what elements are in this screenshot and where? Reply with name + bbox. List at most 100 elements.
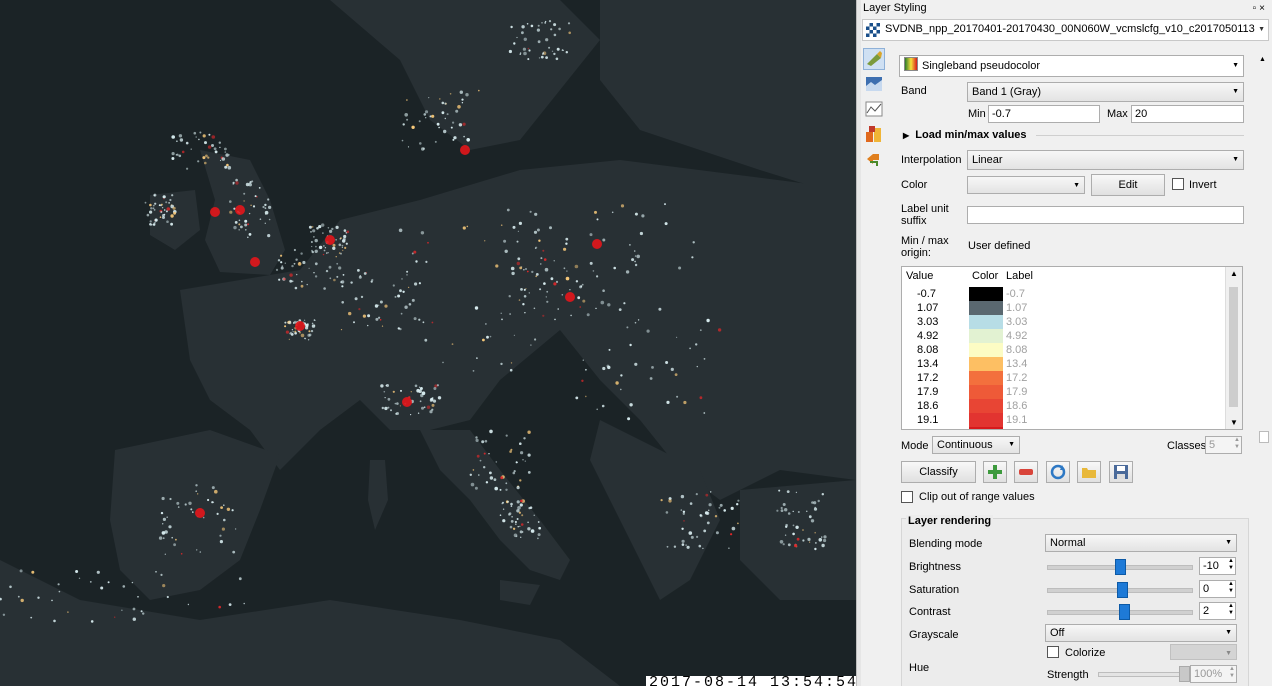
- colorize-color-button[interactable]: ▼: [1170, 644, 1237, 660]
- label-unit-suffix-input[interactable]: [967, 206, 1244, 224]
- table-row[interactable]: 19.1 19.1: [902, 413, 1226, 427]
- history-tab-icon[interactable]: [863, 148, 885, 170]
- row-color-swatch[interactable]: [969, 287, 1003, 301]
- strength-slider[interactable]: [1098, 666, 1190, 682]
- table-row[interactable]: 13.4 13.4: [902, 357, 1226, 371]
- spin-arrows-icon[interactable]: ▲ ▼: [1229, 666, 1235, 680]
- panel-window-buttons[interactable]: ▫×: [1253, 0, 1268, 17]
- strength-slider-handle[interactable]: [1179, 666, 1190, 682]
- city-light: [529, 210, 532, 213]
- row-color-swatch[interactable]: [969, 343, 1003, 357]
- saturation-slider-handle[interactable]: [1117, 582, 1128, 598]
- row-color-swatch[interactable]: [969, 301, 1003, 315]
- row-color-swatch[interactable]: [969, 371, 1003, 385]
- export-colormap-button[interactable]: [1109, 461, 1133, 483]
- clip-out-of-range-label: Clip out of range values: [919, 491, 1035, 503]
- map-canvas[interactable]: 2017-08-14 13:54:54: [0, 0, 856, 686]
- add-value-button[interactable]: [983, 461, 1007, 483]
- contrast-spinbox[interactable]: 2 ▲ ▼: [1199, 602, 1236, 620]
- layer-select[interactable]: SVDNB_npp_20170401-20170430_00N060W_vcms…: [862, 19, 1269, 41]
- city-light: [121, 609, 123, 611]
- row-color-swatch[interactable]: [969, 427, 1003, 429]
- city-light: [437, 396, 442, 400]
- close-icon[interactable]: ×: [1259, 3, 1268, 14]
- saturation-slider[interactable]: [1047, 582, 1193, 598]
- mode-select[interactable]: Continuous ▼: [932, 436, 1020, 454]
- table-scrollbar[interactable]: ▲ ▼: [1225, 267, 1242, 429]
- spin-arrows-icon[interactable]: ▲ ▼: [1234, 437, 1240, 451]
- table-row[interactable]: 2020: [902, 427, 1226, 429]
- brightness-slider-handle[interactable]: [1115, 559, 1126, 575]
- spin-arrows-icon[interactable]: ▲ ▼: [1228, 603, 1234, 617]
- table-row[interactable]: 17.9 17.9: [902, 385, 1226, 399]
- city-light: [528, 49, 531, 52]
- min-input[interactable]: -0.7: [988, 105, 1100, 123]
- classify-button[interactable]: Classify: [901, 461, 976, 483]
- color-table[interactable]: Value Color Label -0.7 -0.7 1.07 1.07 3.03 3.…: [901, 266, 1243, 430]
- table-row[interactable]: -0.7 -0.7: [902, 287, 1226, 301]
- city-light: [394, 295, 397, 298]
- city-light: [245, 182, 250, 187]
- city-light: [75, 570, 79, 573]
- band-select[interactable]: Band 1 (Gray) ▼: [967, 82, 1244, 102]
- strength-spinbox[interactable]: 100% ▲ ▼: [1190, 665, 1237, 683]
- style-manager-tab-icon[interactable]: [863, 123, 885, 145]
- spin-arrows-icon[interactable]: ▲ ▼: [1228, 581, 1234, 595]
- contrast-slider-handle[interactable]: [1119, 604, 1130, 620]
- scroll-thumb[interactable]: [1229, 287, 1238, 407]
- city-light: [510, 266, 515, 271]
- max-input[interactable]: 20: [1131, 105, 1244, 123]
- invert-checkbox[interactable]: [1172, 178, 1184, 190]
- spin-arrows-icon[interactable]: ▲ ▼: [1228, 558, 1234, 572]
- table-row[interactable]: 3.03 3.03: [902, 315, 1226, 329]
- city-light: [233, 225, 237, 230]
- row-color-swatch[interactable]: [969, 399, 1003, 413]
- contrast-slider[interactable]: [1047, 604, 1193, 620]
- load-minmax-toggle[interactable]: ▶ Load min/max values: [903, 129, 1027, 141]
- saturation-spinbox[interactable]: 0 ▲ ▼: [1199, 580, 1236, 598]
- scroll-down-icon[interactable]: ▼: [1230, 418, 1238, 427]
- city-light: [362, 314, 366, 318]
- city-light: [180, 553, 183, 555]
- clip-out-of-range-checkbox[interactable]: [901, 491, 913, 503]
- row-color-swatch[interactable]: [969, 413, 1003, 427]
- scroll-up-icon[interactable]: ▲: [1259, 56, 1266, 63]
- remove-value-button[interactable]: [1014, 461, 1038, 483]
- city-light: [530, 24, 534, 28]
- brightness-spinbox[interactable]: -10 ▲ ▼: [1199, 557, 1236, 575]
- grayscale-select[interactable]: Off ▼: [1045, 624, 1237, 642]
- panel-scroll-thumb[interactable]: [1259, 431, 1269, 443]
- brightness-slider[interactable]: [1047, 559, 1193, 575]
- transparency-tab-icon[interactable]: [863, 73, 885, 95]
- colorize-checkbox[interactable]: [1047, 646, 1059, 658]
- load-colormap-button[interactable]: [1077, 461, 1101, 483]
- city-light: [30, 616, 33, 619]
- renderer-select[interactable]: Singleband pseudocolor ▼: [899, 55, 1244, 77]
- panel-scrollbar[interactable]: ▲: [1257, 56, 1269, 686]
- reverse-colors-button[interactable]: [1046, 461, 1070, 483]
- histogram-tab-icon[interactable]: [863, 98, 885, 120]
- city-light: [782, 543, 785, 546]
- edit-button[interactable]: Edit: [1091, 174, 1165, 196]
- table-row[interactable]: 18.6 18.6: [902, 399, 1226, 413]
- city-light: [484, 439, 488, 443]
- city-light: [53, 619, 56, 623]
- table-row[interactable]: 17.2 17.2: [902, 371, 1226, 385]
- row-color-swatch[interactable]: [969, 357, 1003, 371]
- color-ramp-select[interactable]: ▼: [967, 176, 1085, 194]
- row-color-swatch[interactable]: [969, 315, 1003, 329]
- city-light: [417, 412, 420, 414]
- table-row[interactable]: 4.92 4.92: [902, 329, 1226, 343]
- classes-spinbox[interactable]: 5 ▲ ▼: [1205, 436, 1242, 454]
- city-light: [400, 312, 403, 315]
- symbology-tab-icon[interactable]: [863, 48, 885, 70]
- interpolation-select[interactable]: Linear ▼: [967, 150, 1244, 170]
- table-row[interactable]: 1.07 1.07: [902, 301, 1226, 315]
- blending-mode-select[interactable]: Normal ▼: [1045, 534, 1237, 552]
- scroll-up-icon[interactable]: ▲: [1230, 269, 1238, 278]
- row-color-swatch[interactable]: [969, 385, 1003, 399]
- city-light: [500, 312, 502, 314]
- row-color-swatch[interactable]: [969, 329, 1003, 343]
- table-row[interactable]: 8.08 8.08: [902, 343, 1226, 357]
- city-light: [306, 283, 308, 286]
